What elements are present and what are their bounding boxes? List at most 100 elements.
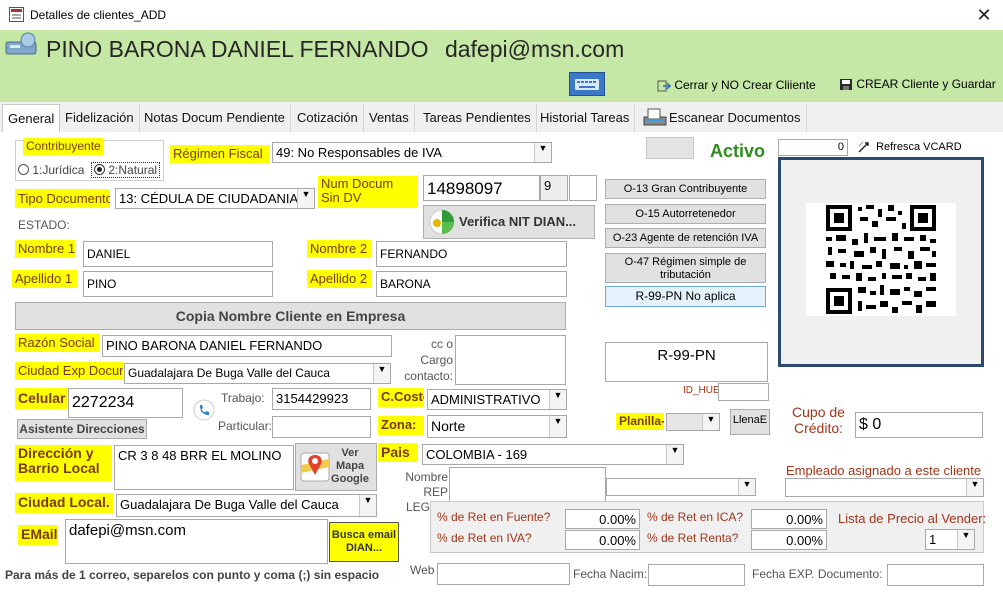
resp-box[interactable]: R-99-PN bbox=[605, 342, 768, 382]
planilla-select[interactable]: ▼ bbox=[666, 413, 720, 431]
pais-label: Pais bbox=[378, 443, 418, 462]
regimen-select[interactable]: 49: No Responsables de IVA ▼ bbox=[272, 142, 552, 163]
direccion-label: Dirección y Barrio Local bbox=[15, 445, 112, 481]
ver-mapa-button[interactable]: Ver Mapa Google bbox=[295, 443, 377, 491]
scanner-icon bbox=[643, 107, 667, 129]
radio-juridica-circle bbox=[18, 164, 29, 175]
particular-input[interactable] bbox=[272, 416, 371, 438]
tipo-doc-value: 13: CÉDULA DE CIUDADANIA bbox=[119, 191, 299, 206]
ccosto-select[interactable]: ADMINISTRATIVO ▼ bbox=[427, 389, 567, 410]
cc-cargo-input[interactable] bbox=[455, 335, 566, 385]
fecha-nacim-label: Fecha Nacim: bbox=[573, 567, 648, 581]
tab-escanear[interactable]: Escanear Documentos bbox=[637, 104, 807, 132]
asistente-direcciones-button[interactable]: Asistente Direcciones bbox=[17, 419, 147, 439]
ciudad-exp-label: Ciudad Exp Docum bbox=[15, 362, 123, 380]
estado-label: ESTADO: bbox=[18, 218, 70, 232]
close-no-create-button[interactable]: Cerrar y NO Crear Cliiente bbox=[657, 78, 816, 96]
ret-ica-input[interactable]: 0.00% bbox=[751, 509, 827, 529]
direccion-input[interactable]: CR 3 8 48 BRR EL MOLINO bbox=[114, 445, 294, 490]
tab-tareas-pendientes[interactable]: Tareas Pendientes bbox=[418, 104, 537, 132]
chevron-down-icon: ▼ bbox=[738, 479, 755, 495]
apellido1-label: Apellido 1 bbox=[12, 270, 77, 288]
ciudad-local-label: Ciudad Local. bbox=[15, 493, 113, 513]
ccosto-value: ADMINISTRATIVO bbox=[431, 392, 541, 407]
fecha-nacim-input[interactable] bbox=[648, 564, 745, 586]
pais-select[interactable]: COLOMBIA - 169 ▼ bbox=[422, 444, 684, 465]
verifica-nit-button[interactable]: Verifica NIT DIAN... bbox=[423, 205, 595, 239]
radio-natural-label: 2:Natural bbox=[108, 163, 158, 177]
resp-o13-button[interactable]: O-13 Gran Contribuyente bbox=[605, 179, 766, 199]
close-no-create-label: Cerrar y NO Crear Cliiente bbox=[674, 78, 816, 92]
dv-input[interactable]: 9 bbox=[540, 175, 568, 201]
cupo-credito-input[interactable]: $ 0 bbox=[855, 412, 983, 438]
celular-input[interactable]: 2272234 bbox=[68, 388, 183, 418]
resp-o15-button[interactable]: O-15 Autorretenedor bbox=[605, 204, 766, 224]
resp-o47-button[interactable]: O-47 Régimen simple de tributación bbox=[605, 253, 766, 283]
create-save-button[interactable]: CREAR Cliente y Guardar bbox=[839, 77, 996, 95]
close-icon[interactable]: ✕ bbox=[966, 2, 1002, 28]
fecha-exp-input[interactable] bbox=[887, 564, 984, 586]
ver-mapa-label: Ver Mapa Google bbox=[331, 447, 369, 485]
tab-general[interactable]: General bbox=[2, 104, 61, 132]
rep-legal-select[interactable]: ▼ bbox=[606, 478, 756, 496]
ret-iva-input[interactable]: 0.00% bbox=[565, 530, 640, 550]
ret-renta-input[interactable]: 0.00% bbox=[751, 530, 827, 550]
client-header: PINO BARONA DANIEL FERNANDO dafepi@msn.c… bbox=[0, 30, 1003, 102]
radio-natural[interactable]: 2:Natural bbox=[91, 162, 161, 178]
tab-fidelizacion[interactable]: Fidelización bbox=[60, 104, 140, 132]
email-note: Para más de 1 correo, separelos con punt… bbox=[5, 568, 380, 582]
retention-group bbox=[430, 501, 984, 553]
tipo-doc-select[interactable]: 13: CÉDULA DE CIUDADANIA ▼ bbox=[115, 188, 315, 209]
ret-fuente-input[interactable]: 0.00% bbox=[565, 509, 640, 529]
id-hue-input[interactable] bbox=[718, 383, 769, 401]
title-bar: Detalles de clientes_ADD ✕ bbox=[0, 0, 1003, 30]
pais-value: COLOMBIA - 169 bbox=[426, 447, 528, 462]
lista-precio-select[interactable]: 1 ▼ bbox=[925, 529, 975, 550]
keyboard-icon[interactable] bbox=[569, 72, 605, 96]
counter-input[interactable]: 0 bbox=[778, 139, 848, 156]
ciudad-local-select[interactable]: Guadalajara De Buga Valle del Cauca ▼ bbox=[116, 494, 377, 517]
ciudad-exp-select[interactable]: Guadalajara De Buga Valle del Cauca ▼ bbox=[124, 363, 391, 384]
id-hue-label: ID_HUE bbox=[683, 385, 720, 396]
chevron-down-icon: ▼ bbox=[702, 414, 719, 430]
qr-code bbox=[806, 203, 956, 316]
web-input[interactable] bbox=[437, 563, 570, 585]
ciudad-exp-value: Guadalajara De Buga Valle del Cauca bbox=[128, 366, 330, 380]
ccosto-label: C.Costo bbox=[378, 388, 424, 407]
nombre1-input[interactable]: DANIEL bbox=[83, 241, 273, 267]
tab-historial-tareas[interactable]: Historial Tareas bbox=[535, 104, 636, 132]
busca-email-dian-button[interactable]: Busca email DIAN... bbox=[329, 522, 399, 562]
chevron-down-icon: ▼ bbox=[549, 390, 566, 409]
tab-ventas[interactable]: Ventas bbox=[364, 104, 415, 132]
tab-cotizacion[interactable]: Cotización bbox=[292, 104, 364, 132]
particular-label: Particular: bbox=[218, 419, 273, 433]
nombre2-label: Nombre 2 bbox=[307, 240, 372, 258]
email-input[interactable]: dafepi@msn.com bbox=[65, 519, 328, 564]
apellido2-input[interactable]: BARONA bbox=[376, 271, 567, 297]
tipo-doc-label: Tipo Documento bbox=[15, 189, 110, 208]
llenae-button[interactable]: LlenaE bbox=[730, 409, 770, 435]
razon-social-input[interactable]: PINO BARONA DANIEL FERNANDO bbox=[102, 335, 392, 357]
phone-icon[interactable] bbox=[193, 399, 215, 421]
empleado-select[interactable]: ▼ bbox=[785, 478, 984, 497]
radio-juridica[interactable]: 1:Jurídica bbox=[18, 163, 84, 177]
num-doc-input[interactable]: 14898097 bbox=[423, 175, 540, 201]
refresca-vcard-button[interactable]: Refresca VCARD bbox=[857, 140, 962, 154]
resp-o23-button[interactable]: O-23 Agente de retención IVA bbox=[605, 228, 766, 248]
nombre2-input[interactable]: FERNANDO bbox=[376, 241, 567, 267]
apellido1-input[interactable]: PINO bbox=[83, 271, 273, 297]
trabajo-input[interactable]: 3154429923 bbox=[272, 388, 371, 410]
map-pin-icon bbox=[299, 449, 331, 485]
tab-notas-docum[interactable]: Notas Docum Pendiente bbox=[139, 104, 291, 132]
chevron-down-icon: ▼ bbox=[957, 530, 974, 549]
client-name: PINO BARONA DANIEL FERNANDO bbox=[46, 36, 429, 62]
status-swatch bbox=[646, 137, 694, 159]
regimen-label: Régimen Fiscal bbox=[170, 145, 270, 163]
refresca-label: Refresca VCARD bbox=[876, 140, 962, 153]
zona-select[interactable]: Norte ▼ bbox=[427, 415, 567, 438]
resp-r99-button[interactable]: R-99-PN No aplica bbox=[605, 286, 766, 307]
chevron-down-icon: ▼ bbox=[297, 189, 314, 208]
copia-nombre-button[interactable]: Copia Nombre Cliente en Empresa bbox=[15, 302, 566, 330]
ret-renta-label: % de Ret Renta? bbox=[647, 531, 739, 545]
dv-blank-input[interactable] bbox=[569, 175, 597, 201]
